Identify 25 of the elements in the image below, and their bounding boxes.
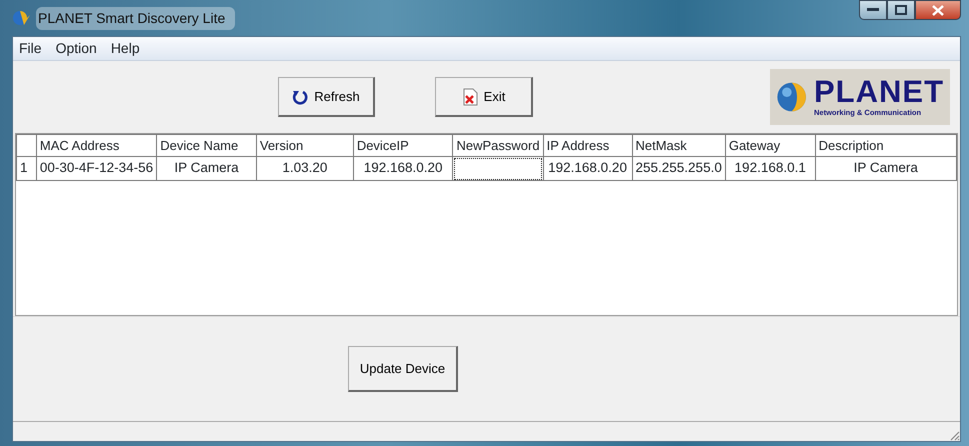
- column-header[interactable]: NetMask: [632, 134, 726, 156]
- column-header[interactable]: Device Name: [156, 134, 256, 156]
- menu-item[interactable]: Help: [110, 38, 140, 59]
- column-header[interactable]: IP Address: [543, 134, 632, 156]
- column-header[interactable]: Description: [815, 134, 956, 156]
- menu-item[interactable]: Option: [56, 38, 97, 59]
- column-header[interactable]: NewPassword: [452, 134, 544, 156]
- table-cell: 192.168.0.20: [543, 156, 632, 180]
- table-cell: 192.168.0.20: [353, 156, 453, 180]
- refresh-button[interactable]: Refresh: [278, 77, 375, 117]
- window-title: PLANET Smart Discovery Lite: [36, 6, 236, 30]
- column-header[interactable]: Version: [256, 134, 354, 156]
- row-number: 1: [16, 156, 36, 180]
- table-cell: IP Camera: [156, 156, 256, 180]
- menu-item[interactable]: File: [19, 38, 42, 59]
- table-cell: IP Camera: [815, 156, 956, 180]
- column-header[interactable]: MAC Address: [36, 134, 157, 156]
- update-device-button[interactable]: Update Device: [348, 346, 458, 392]
- column-header[interactable]: Gateway: [725, 134, 816, 156]
- table-cell: 192.168.0.1: [725, 156, 816, 180]
- column-header[interactable]: DeviceIP: [353, 134, 453, 156]
- exit-button[interactable]: Exit: [435, 77, 533, 117]
- table-cell: 00-30-4F-12-34-56: [36, 156, 157, 180]
- table-cell: 1.03.20: [256, 156, 354, 180]
- table-cell: 255.255.255.0: [632, 156, 726, 180]
